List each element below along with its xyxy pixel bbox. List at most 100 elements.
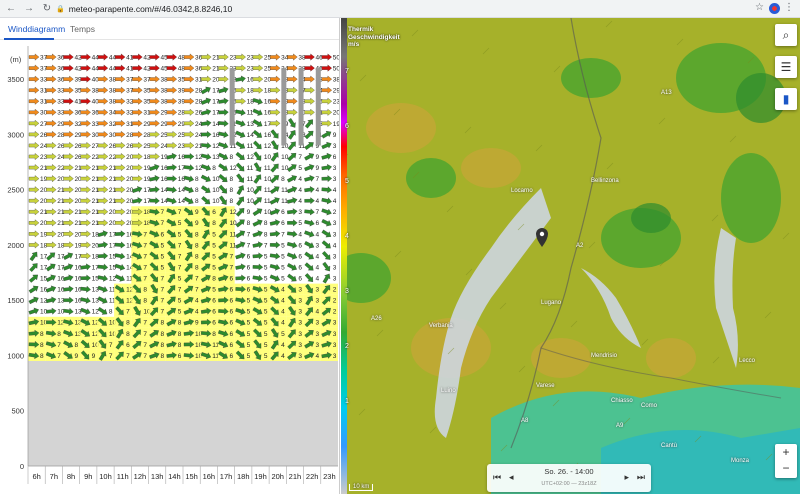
reload-icon[interactable]: ↻ [40, 2, 54, 16]
wind-speed-label: 6 [247, 276, 251, 283]
wind-arrow [114, 175, 126, 183]
wind-speed-label: 5 [212, 287, 216, 294]
wind-arrow [270, 140, 279, 150]
zoom-control: + − [775, 444, 797, 478]
profile-avatar[interactable] [769, 3, 780, 14]
wind-arrow [46, 208, 57, 216]
wind-arrow [149, 130, 160, 138]
map-canvas[interactable] [341, 18, 800, 494]
wind-speed-label: 7 [57, 342, 61, 349]
wind-arrow [46, 186, 57, 194]
wind-speed-label: 4 [333, 187, 337, 194]
step-forward-icon[interactable]: ▸ [624, 472, 629, 483]
map-place-label: A13 [661, 90, 672, 96]
wind-arrow [304, 142, 314, 150]
wind-arrow [304, 75, 315, 83]
wind-arrow [304, 230, 315, 238]
wind-arrow [97, 164, 109, 172]
wind-speed-label: 11 [281, 198, 288, 205]
wind-speed-label: 5 [264, 276, 268, 283]
back-icon[interactable]: ← [4, 2, 18, 16]
wind-arrow [321, 208, 332, 216]
wind-diagram-chart: 37 36 42 44 44 41 42 45 48 36 21 23 23 25 34 38 46 5037 36… [7, 46, 340, 484]
wind-arrow [166, 152, 177, 160]
wind-speed-label: 7 [57, 353, 61, 360]
wind-speed-label: 11 [247, 143, 254, 150]
wind-speed-label: 7 [316, 176, 320, 183]
wind-arrow [114, 108, 126, 116]
wind-speed-label: 4 [281, 353, 285, 360]
wind-speed-label: 20 [333, 110, 340, 117]
wind-arrow [28, 141, 40, 149]
bookmark-star-icon[interactable]: ☆ [755, 2, 764, 13]
zoom-in-button[interactable]: + [775, 444, 797, 460]
forward-icon[interactable]: → [22, 2, 36, 16]
wind-arrow [97, 175, 109, 183]
wind-arrow [46, 64, 57, 72]
wind-arrow [149, 197, 160, 205]
wind-arrow [114, 86, 126, 94]
wind-speed-label: 7 [143, 264, 147, 271]
wind-arrow [166, 197, 177, 205]
bar-chart-icon: ▮ [782, 92, 790, 106]
wind-speed-label: 3 [316, 331, 320, 338]
wind-arrow [97, 64, 109, 72]
wind-arrow [252, 274, 264, 282]
wind-arrow [114, 252, 126, 260]
wind-arrow [114, 241, 126, 249]
wind-arrow [253, 140, 262, 150]
wind-arrow [252, 241, 264, 249]
wind-arrow [235, 274, 246, 282]
scale-tick-label: 6 [345, 123, 349, 130]
wind-arrow [304, 175, 315, 182]
wind-speed-label: 29 [333, 88, 340, 95]
wind-arrow [46, 230, 57, 238]
wind-arrow [321, 75, 333, 83]
wind-speed-label: 10 [264, 176, 272, 183]
wind-speed-label: 6 [229, 287, 233, 294]
warm-zone [366, 103, 436, 153]
wind-arrow [149, 175, 160, 182]
wind-arrow [201, 196, 211, 205]
wind-speed-label: 8 [212, 276, 216, 283]
wind-speed-label: 7 [143, 331, 147, 338]
search-button[interactable]: ⌕ [775, 24, 797, 46]
wind-speed-label: 8 [161, 320, 165, 327]
wind-speed-label: 7 [143, 353, 147, 360]
wind-arrow [321, 152, 332, 160]
wind-speed-label: 5 [212, 242, 216, 249]
wind-arrow [166, 108, 178, 116]
wind-arrow [183, 97, 195, 105]
wind-speed-label: 3 [298, 298, 302, 305]
wind-diagram-panel: Winddiagramm Temps 37 36 42 44 44 41 42 45 48 36 2… [0, 18, 340, 494]
wind-speed-label: 6 [298, 242, 302, 249]
wind-speed-label: 17 [40, 253, 48, 260]
skip-forward-icon[interactable]: ⏭ [637, 472, 645, 483]
scale-tick-label: 3 [345, 288, 349, 295]
wind-speed-label: 4 [333, 242, 337, 249]
wind-speed-label: 7 [161, 220, 165, 227]
wind-speed-label: 6 [212, 209, 216, 216]
wind-speed-label: 7 [143, 242, 147, 249]
wind-arrow [97, 230, 108, 238]
wind-arrow [269, 197, 280, 205]
address-bar[interactable]: 🔒 meteo-parapente.com/#/46.0342,8.8246,1… [56, 3, 232, 15]
chart-button[interactable]: ▮ [775, 88, 797, 110]
wind-arrow [252, 75, 264, 83]
wind-speed-label: 6 [229, 309, 233, 316]
wind-arrow [131, 197, 143, 205]
thermal-map[interactable]: 7654321 Thermik Geschwindigkeit m/s ⌕ ☰ … [341, 18, 800, 494]
tab-temps[interactable]: Temps [70, 24, 95, 34]
wind-arrow [286, 175, 297, 183]
wind-arrow [235, 120, 246, 127]
wind-arrow [97, 75, 109, 83]
zoom-out-button[interactable]: − [775, 460, 797, 476]
wind-arrow [235, 263, 246, 271]
browser-menu-icon[interactable]: ⋮ [784, 2, 794, 13]
wind-arrow [80, 263, 91, 271]
settings-button[interactable]: ☰ [775, 56, 797, 78]
wind-arrow [183, 108, 195, 116]
tab-winddiagramm[interactable]: Winddiagramm [8, 24, 65, 34]
wind-arrow [80, 274, 91, 282]
wind-arrow [97, 197, 109, 205]
